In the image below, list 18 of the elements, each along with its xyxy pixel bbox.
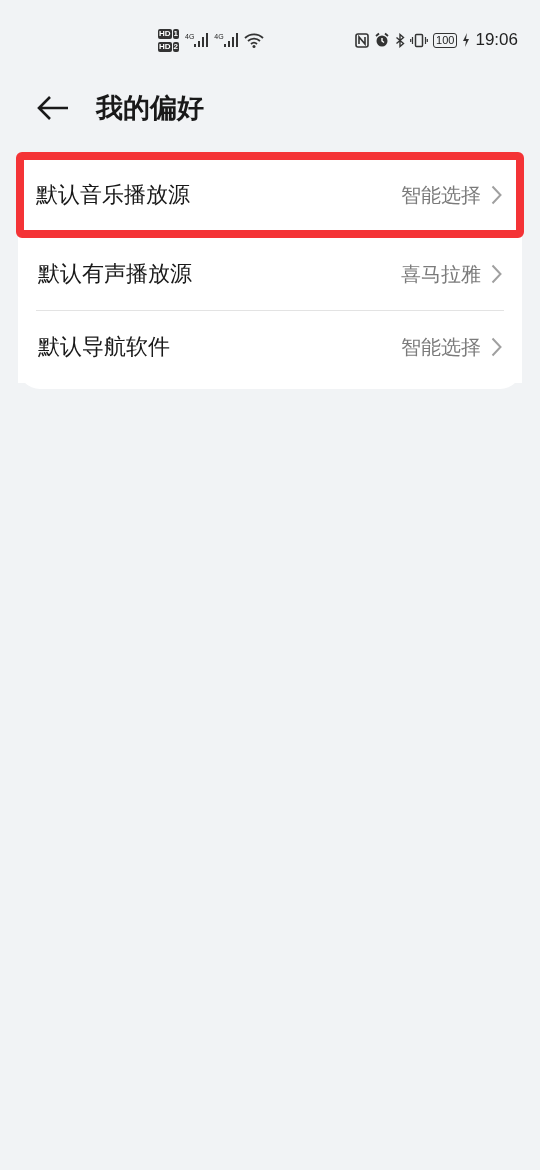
page-title: 我的偏好 bbox=[96, 91, 204, 125]
charging-icon bbox=[462, 33, 471, 47]
chevron-right-icon bbox=[491, 185, 502, 205]
sim-hd-indicator: HD 2 bbox=[158, 41, 179, 52]
clock-time: 19:06 bbox=[475, 30, 518, 50]
battery-level: 100 bbox=[433, 32, 458, 48]
alarm-icon bbox=[374, 32, 391, 48]
signal-icon bbox=[194, 33, 209, 47]
bluetooth-icon bbox=[395, 32, 406, 48]
chevron-right-icon bbox=[491, 264, 502, 284]
back-button[interactable] bbox=[36, 94, 70, 122]
nfc-icon bbox=[355, 32, 370, 48]
wifi-icon bbox=[243, 32, 264, 48]
highlighted-setting-row[interactable]: 默认音乐播放源 智能选择 bbox=[16, 152, 524, 238]
vibrate-icon bbox=[410, 32, 429, 48]
signal-icon bbox=[223, 33, 238, 47]
chevron-right-icon bbox=[491, 337, 502, 357]
sim-hd-indicator: HD 1 bbox=[158, 28, 179, 39]
